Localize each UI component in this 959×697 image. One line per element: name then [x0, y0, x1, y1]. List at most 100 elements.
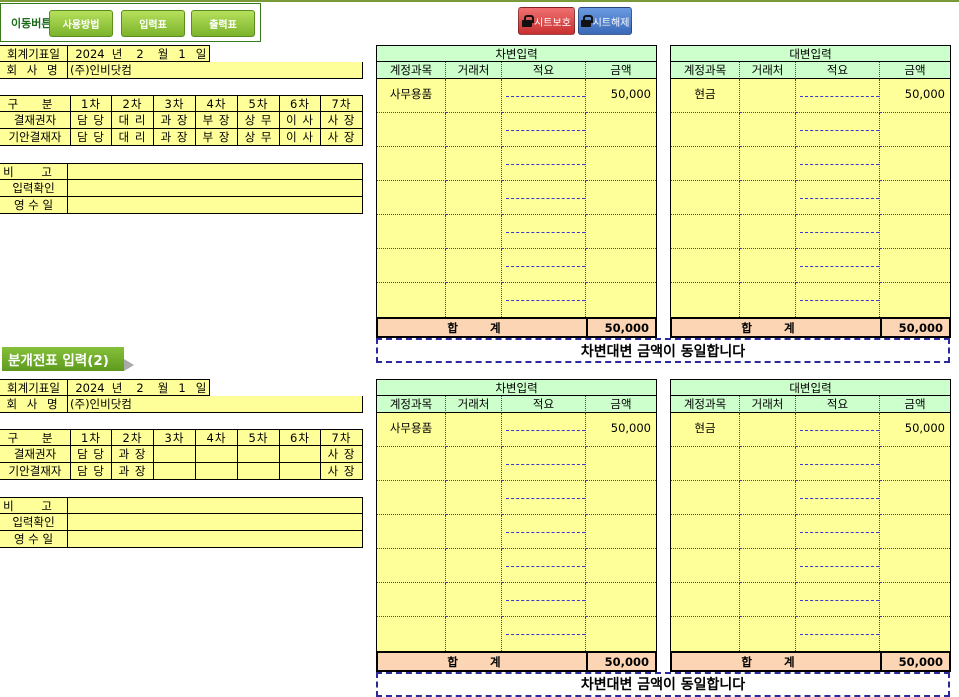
output-sheet-button[interactable]: 출력표 — [191, 10, 255, 37]
credit-entry-cell[interactable] — [671, 215, 740, 249]
credit-entry-cell[interactable] — [740, 617, 796, 651]
debit-entry-cell[interactable] — [586, 549, 656, 583]
credit-entry-cell[interactable] — [740, 249, 796, 283]
debit-entry-cell[interactable] — [377, 481, 446, 515]
debit-entry-cell[interactable] — [502, 515, 586, 549]
credit-entry-cell[interactable] — [671, 181, 740, 215]
debit-entry-cell[interactable] — [377, 249, 446, 283]
debit-entry-cell[interactable] — [446, 215, 502, 249]
credit-entry-cell[interactable] — [740, 215, 796, 249]
sheet-unprotect-button[interactable]: 시트해제 — [578, 7, 632, 35]
memo-row-field[interactable] — [68, 197, 363, 214]
credit-entry-cell[interactable] — [796, 447, 880, 481]
credit-entry-cell[interactable] — [880, 515, 950, 549]
credit-entry-cell[interactable] — [671, 481, 740, 515]
credit-entry-cell[interactable] — [740, 447, 796, 481]
credit-entry-cell[interactable] — [880, 113, 950, 147]
approval-cell[interactable] — [196, 446, 238, 463]
company-field[interactable]: (주)인비닷컴 — [68, 62, 363, 79]
approval-cell[interactable]: 이 사 — [280, 129, 321, 146]
debit-entry-cell[interactable] — [446, 79, 502, 113]
approval-cell[interactable]: 사 장 — [321, 463, 363, 480]
debit-entry-cell[interactable] — [377, 113, 446, 147]
credit-entry-cell[interactable] — [671, 583, 740, 617]
input-sheet-button[interactable]: 입력표 — [121, 10, 185, 37]
credit-entry-cell[interactable] — [880, 617, 950, 651]
debit-entry-cell[interactable] — [586, 481, 656, 515]
debit-entry-cell[interactable] — [446, 549, 502, 583]
debit-entry-cell[interactable] — [586, 113, 656, 147]
debit-entry-cell[interactable] — [446, 583, 502, 617]
debit-entry-cell[interactable] — [377, 283, 446, 317]
memo-row-field[interactable] — [68, 163, 363, 180]
approval-cell[interactable]: 상 무 — [238, 112, 280, 129]
approval-cell[interactable]: 대 리 — [112, 112, 154, 129]
debit-entry-cell[interactable] — [502, 79, 586, 113]
approval-cell[interactable]: 담 당 — [71, 446, 112, 463]
approval-cell[interactable] — [238, 446, 280, 463]
credit-entry-cell[interactable] — [740, 147, 796, 181]
credit-entry-cell[interactable] — [796, 583, 880, 617]
credit-entry-cell[interactable] — [796, 249, 880, 283]
debit-entry-cell[interactable] — [446, 113, 502, 147]
credit-entry-cell[interactable] — [796, 181, 880, 215]
debit-entry-cell[interactable] — [377, 147, 446, 181]
debit-entry-cell[interactable] — [502, 447, 586, 481]
credit-entry-cell[interactable] — [671, 283, 740, 317]
credit-entry-cell[interactable] — [796, 215, 880, 249]
credit-entry-cell[interactable] — [671, 515, 740, 549]
approval-cell[interactable] — [238, 463, 280, 480]
approval-cell[interactable]: 상 무 — [238, 129, 280, 146]
debit-entry-cell[interactable] — [502, 181, 586, 215]
credit-entry-cell[interactable] — [796, 617, 880, 651]
approval-cell[interactable]: 사 장 — [321, 129, 363, 146]
approval-cell[interactable]: 부 장 — [196, 112, 238, 129]
debit-entry-cell[interactable] — [377, 617, 446, 651]
memo-row-field[interactable] — [68, 514, 363, 531]
credit-entry-cell[interactable] — [671, 549, 740, 583]
credit-entry-cell[interactable] — [796, 413, 880, 447]
debit-entry-cell[interactable] — [502, 583, 586, 617]
usage-guide-button[interactable]: 사용방법 — [49, 10, 113, 37]
debit-entry-cell[interactable] — [502, 283, 586, 317]
approval-cell[interactable]: 대 리 — [112, 129, 154, 146]
approval-cell[interactable]: 사 장 — [321, 446, 363, 463]
approval-cell[interactable] — [154, 463, 196, 480]
approval-cell[interactable] — [280, 446, 321, 463]
credit-entry-cell[interactable] — [796, 549, 880, 583]
debit-entry-cell[interactable] — [446, 413, 502, 447]
credit-entry-cell[interactable] — [796, 515, 880, 549]
debit-entry-cell[interactable] — [377, 583, 446, 617]
debit-entry-cell[interactable] — [446, 147, 502, 181]
debit-entry-cell[interactable] — [446, 283, 502, 317]
debit-entry-cell[interactable] — [377, 447, 446, 481]
approval-cell[interactable]: 담 당 — [71, 112, 112, 129]
debit-entry-cell[interactable] — [586, 181, 656, 215]
credit-entry-cell[interactable] — [880, 283, 950, 317]
credit-entry-cell[interactable] — [880, 481, 950, 515]
credit-entry-cell[interactable] — [880, 249, 950, 283]
approval-cell[interactable]: 사 장 — [321, 112, 363, 129]
debit-entry-cell[interactable] — [502, 481, 586, 515]
debit-entry-cell[interactable] — [586, 283, 656, 317]
approval-cell[interactable]: 과 장 — [112, 463, 154, 480]
credit-entry-cell[interactable] — [740, 283, 796, 317]
credit-entry-cell[interactable] — [740, 181, 796, 215]
credit-entry-cell[interactable] — [671, 147, 740, 181]
debit-entry-cell[interactable] — [586, 447, 656, 481]
credit-entry-cell[interactable] — [740, 515, 796, 549]
credit-entry-cell[interactable] — [880, 549, 950, 583]
debit-entry-cell[interactable] — [377, 515, 446, 549]
memo-row-field[interactable] — [68, 497, 363, 514]
credit-entry-cell[interactable] — [740, 413, 796, 447]
debit-entry-cell[interactable] — [446, 181, 502, 215]
debit-entry-cell[interactable] — [446, 249, 502, 283]
approval-cell[interactable]: 과 장 — [154, 129, 196, 146]
credit-entry-cell[interactable] — [740, 583, 796, 617]
approval-cell[interactable] — [196, 463, 238, 480]
credit-entry-cell[interactable] — [671, 617, 740, 651]
sheet-protect-button[interactable]: 시트보호 — [518, 7, 575, 35]
debit-entry-cell[interactable] — [377, 549, 446, 583]
credit-entry-cell[interactable] — [671, 249, 740, 283]
debit-entry-cell[interactable] — [502, 249, 586, 283]
